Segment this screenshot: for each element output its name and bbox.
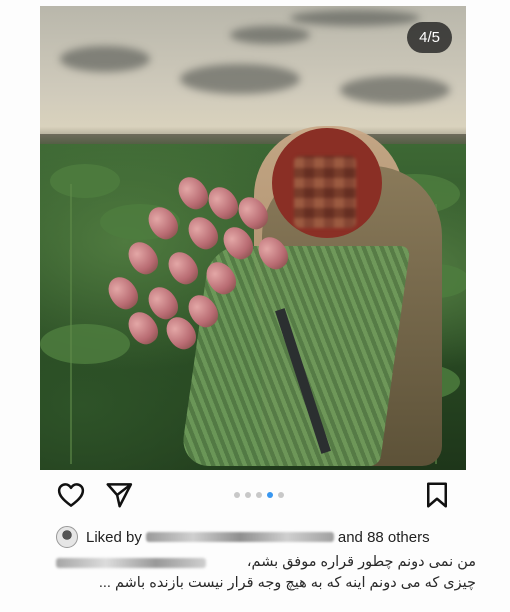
lotus-bud (142, 201, 184, 245)
liker-avatar[interactable] (56, 526, 78, 548)
blurred-face (294, 156, 356, 228)
cloud (340, 76, 450, 104)
liked-by-row[interactable]: Liked by and 88 others (56, 526, 430, 548)
lotus-bud (102, 271, 144, 315)
post-photo[interactable]: 4/5 (40, 6, 466, 470)
cloud (180, 64, 300, 94)
cloud (230, 26, 310, 44)
liked-by-others[interactable]: and 88 others (338, 529, 430, 546)
carousel-dot-active (267, 492, 273, 498)
lotus-bud (122, 236, 164, 280)
cloud (60, 46, 150, 72)
heart-icon[interactable] (56, 480, 86, 510)
liked-by-prefix: Liked by (86, 528, 142, 546)
carousel-dot (245, 492, 251, 498)
lotus-bouquet (90, 171, 300, 355)
carousel-dot (256, 492, 262, 498)
bookmark-icon[interactable] (422, 480, 452, 510)
stem (70, 184, 72, 464)
carousel-indicator (234, 492, 284, 498)
caption-line-1: من نمی دونم چطور قراره موفق بشم، (246, 554, 476, 570)
post-caption: من نمی دونم چطور قراره موفق بشم، چیزی که… (56, 552, 476, 594)
carousel-dot (278, 492, 284, 498)
lotus-bud (200, 256, 242, 300)
cloud (290, 10, 420, 26)
action-bar (40, 480, 466, 510)
caption-line: من نمی دونم چطور قراره موفق بشم، (56, 552, 476, 573)
caption-line-2: چیزی که می دونم اینه که به هیچ وجه قرار … (98, 575, 476, 591)
lotus-bud (202, 181, 244, 225)
instagram-post: 4/5 Liked by and 88 others من نمی دونم چ… (0, 0, 510, 612)
carousel-dot (234, 492, 240, 498)
blurred-caption-username[interactable] (56, 557, 206, 568)
lotus-bud (182, 211, 224, 255)
image-counter: 4/5 (407, 22, 452, 53)
lotus-bud (252, 231, 294, 275)
lotus-bud (162, 246, 204, 290)
send-icon[interactable] (104, 480, 134, 510)
lotus-bud (172, 171, 214, 215)
blurred-username[interactable] (145, 532, 334, 542)
